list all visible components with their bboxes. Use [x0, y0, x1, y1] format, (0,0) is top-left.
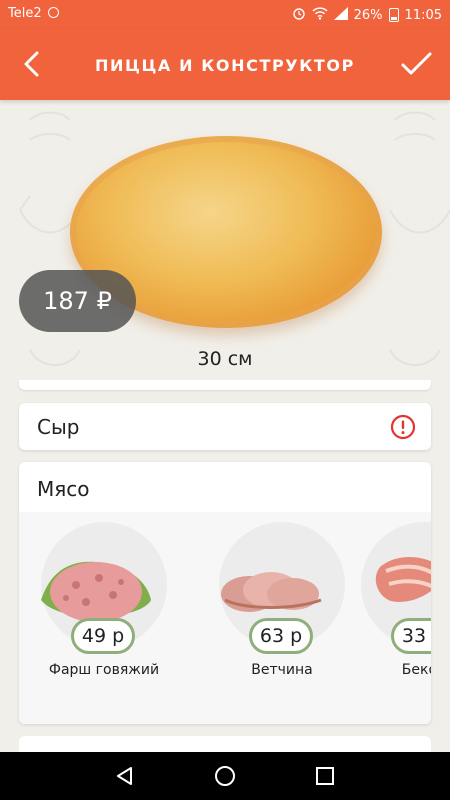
ingredient-item[interactable]: 33 р Бекон: [361, 522, 431, 682]
confirm-button[interactable]: [398, 46, 434, 82]
ingredient-item[interactable]: 49 р Фарш говяжий: [41, 522, 167, 682]
battery-icon: [388, 8, 399, 22]
cheese-section[interactable]: Сыр: [19, 403, 431, 450]
cheese-section-label: Сыр: [37, 415, 80, 439]
pizza-size: 30 см: [197, 348, 253, 370]
size-card-edge: [19, 380, 431, 390]
meat-section: Мясо 49 р Фарш говяжий 63 р Ветчина 33 Б…: [19, 462, 431, 724]
nav-back-icon[interactable]: [113, 764, 137, 788]
ingredient-price: 33 р: [391, 618, 431, 654]
back-button[interactable]: [14, 46, 50, 82]
ingredient-name: Фарш говяжий: [48, 662, 160, 678]
status-indicators: 26% 11:05: [292, 6, 442, 24]
app-bar: ПИЦЦА И КОНСТРУКТОР: [0, 28, 450, 100]
carrier-logo-icon: [48, 7, 59, 18]
ingredient-price: 49 р: [71, 618, 135, 654]
warning-icon[interactable]: [390, 414, 416, 440]
page-title: ПИЦЦА И КОНСТРУКТОР: [95, 56, 355, 75]
signal-icon: [333, 6, 348, 24]
system-nav-bar: [0, 752, 450, 800]
chevron-left-icon: [24, 51, 39, 77]
ingredient-name: Бекон: [401, 662, 431, 678]
ingredient-item[interactable]: 63 р Ветчина: [219, 522, 345, 682]
nav-recents-icon[interactable]: [313, 764, 337, 788]
price-badge: 187 ₽: [19, 270, 136, 332]
alarm-icon: [292, 6, 306, 24]
meat-section-label: Мясо: [37, 477, 90, 501]
battery-percent: 26%: [353, 7, 383, 23]
nav-home-icon[interactable]: [213, 764, 237, 788]
checkmark-icon: [401, 52, 432, 75]
meat-section-header[interactable]: Мясо: [19, 462, 431, 512]
clock: 11:05: [404, 7, 442, 23]
meat-items-scroller[interactable]: 49 р Фарш говяжий 63 р Ветчина 33 Бек: [19, 512, 431, 724]
next-section-card[interactable]: [19, 736, 431, 752]
status-bar: Tele2 26% 11:05: [0, 0, 450, 28]
wifi-icon: [312, 6, 328, 24]
content-area[interactable]: 187 ₽ 30 см Сыр Мясо 49 р Фарш говяжий 6…: [0, 100, 450, 752]
ingredient-price: 63 р: [249, 618, 313, 654]
ham-image: [221, 572, 322, 612]
carrier-name: Tele2: [8, 6, 42, 21]
bacon-image: [375, 556, 431, 602]
